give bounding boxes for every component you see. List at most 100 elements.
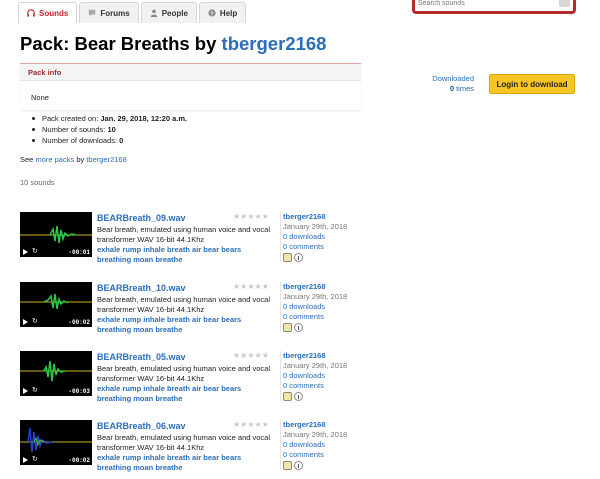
- sound-item: ↻ -00:02 BEARBreath_10.wav Bear breath, …: [20, 282, 360, 344]
- sound-user-link[interactable]: tberger2168: [283, 420, 360, 430]
- downloaded-link[interactable]: Downloaded: [432, 74, 474, 83]
- stat-sounds: Number of sounds: 10: [30, 124, 187, 135]
- star-icon[interactable]: ★: [262, 213, 269, 221]
- sound-user-link[interactable]: tberger2168: [283, 212, 360, 222]
- waveform-player[interactable]: ↻ -00:02: [20, 282, 92, 327]
- sound-tags[interactable]: exhale rump inhale breath air bear bears…: [97, 245, 277, 265]
- download-count: 0: [449, 84, 454, 93]
- duration: -00:01: [68, 249, 90, 256]
- pack-info-title: Pack info: [20, 64, 361, 81]
- sound-description: Bear breath, emulated using human voice …: [97, 364, 271, 383]
- downloaded-times-link[interactable]: times: [456, 84, 474, 93]
- star-icon[interactable]: ★: [247, 352, 254, 360]
- search-input[interactable]: [418, 0, 558, 9]
- sound-date: January 29th, 2018: [283, 292, 348, 301]
- comments-link[interactable]: 0 comments: [283, 242, 360, 252]
- star-icon[interactable]: ★: [240, 283, 247, 291]
- login-to-download-button[interactable]: Login to download: [489, 74, 575, 94]
- tab-label: Sounds: [39, 8, 69, 18]
- play-icon[interactable]: [23, 249, 28, 255]
- rating-stars[interactable]: ★ ★ ★ ★ ★: [233, 352, 269, 360]
- star-icon[interactable]: ★: [255, 352, 262, 360]
- license-icon[interactable]: [283, 323, 292, 332]
- duration: -00:02: [68, 319, 90, 326]
- rating-stars[interactable]: ★ ★ ★ ★ ★: [233, 213, 269, 221]
- attribution-icon[interactable]: [294, 253, 303, 262]
- play-icon[interactable]: [23, 457, 28, 463]
- stat-value: Jan. 29, 2018, 12:20 a.m.: [100, 114, 188, 123]
- tab-sounds[interactable]: Sounds: [18, 2, 78, 23]
- loop-icon[interactable]: ↻: [32, 248, 38, 256]
- star-icon[interactable]: ★: [240, 352, 247, 360]
- star-icon[interactable]: ★: [262, 283, 269, 291]
- license-icon[interactable]: [283, 253, 292, 262]
- attribution-icon[interactable]: [294, 392, 303, 401]
- sound-tags[interactable]: exhale rump inhale breath air bear bears…: [97, 453, 277, 473]
- waveform-player[interactable]: ↻ -00:02: [20, 420, 92, 465]
- loop-icon[interactable]: ↻: [32, 456, 38, 464]
- comments-link[interactable]: 0 comments: [283, 312, 360, 322]
- sound-tags[interactable]: exhale rump inhale breath air bear bears…: [97, 384, 277, 404]
- duration: -00:02: [68, 457, 90, 464]
- see-more-by: by: [76, 155, 85, 164]
- star-icon[interactable]: ★: [255, 421, 262, 429]
- star-icon[interactable]: ★: [240, 213, 247, 221]
- attribution-icon[interactable]: [294, 323, 303, 332]
- stat-value: 0: [119, 136, 124, 145]
- see-more-user-link[interactable]: tberger2168: [86, 155, 126, 164]
- license-icons: [283, 461, 360, 470]
- sound-date: January 29th, 2018: [283, 361, 348, 370]
- rating-stars[interactable]: ★ ★ ★ ★ ★: [233, 421, 269, 429]
- license-icons: [283, 253, 360, 262]
- stat-created: Pack created on: Jan. 29, 2018, 12:20 a.…: [30, 113, 187, 124]
- license-icon[interactable]: [283, 392, 292, 401]
- downloads-link[interactable]: 0 downloads: [283, 440, 360, 450]
- star-icon[interactable]: ★: [255, 213, 262, 221]
- sound-user-link[interactable]: tberger2168: [283, 282, 360, 292]
- duration: -00:03: [68, 388, 90, 395]
- rating-stars[interactable]: ★ ★ ★ ★ ★: [233, 283, 269, 291]
- downloads-link[interactable]: 0 downloads: [283, 232, 360, 242]
- downloads-link[interactable]: 0 downloads: [283, 302, 360, 312]
- search-box: [412, 0, 576, 14]
- comments-link[interactable]: 0 comments: [283, 381, 360, 391]
- waveform-player[interactable]: ↻ -00:01: [20, 212, 92, 257]
- star-icon[interactable]: ★: [247, 283, 254, 291]
- star-icon[interactable]: ★: [233, 213, 240, 221]
- loop-icon[interactable]: ↻: [32, 318, 38, 326]
- page-title-user-link[interactable]: tberger2168: [222, 33, 327, 54]
- downloads-link[interactable]: 0 downloads: [283, 371, 360, 381]
- stat-label: Number of sounds:: [42, 125, 106, 134]
- tab-people[interactable]: People: [140, 2, 197, 23]
- loop-icon[interactable]: ↻: [32, 387, 38, 395]
- star-icon[interactable]: ★: [233, 352, 240, 360]
- tab-label: Help: [219, 8, 238, 18]
- star-icon[interactable]: ★: [247, 213, 254, 221]
- stat-downloads: Number of downloads: 0: [30, 135, 187, 146]
- headphones-icon: [27, 9, 35, 17]
- star-icon[interactable]: ★: [262, 421, 269, 429]
- star-icon[interactable]: ★: [233, 283, 240, 291]
- sound-user-link[interactable]: tberger2168: [283, 351, 360, 361]
- tab-forums[interactable]: Forums: [79, 2, 139, 23]
- tab-help[interactable]: ? Help: [198, 2, 247, 23]
- star-icon[interactable]: ★: [240, 421, 247, 429]
- star-icon[interactable]: ★: [247, 421, 254, 429]
- see-more-line: See more packs by tberger2168: [20, 155, 127, 164]
- star-icon[interactable]: ★: [255, 283, 262, 291]
- attribution-icon[interactable]: [294, 461, 303, 470]
- star-icon[interactable]: ★: [262, 352, 269, 360]
- search-button[interactable]: [559, 0, 570, 7]
- license-icon[interactable]: [283, 461, 292, 470]
- comments-link[interactable]: 0 comments: [283, 450, 360, 460]
- play-icon[interactable]: [23, 388, 28, 394]
- star-icon[interactable]: ★: [233, 421, 240, 429]
- play-icon[interactable]: [23, 319, 28, 325]
- stat-label: Number of downloads:: [42, 136, 118, 145]
- sound-meta: tberger2168 January 29th, 2018 0 downloa…: [280, 282, 360, 332]
- license-icons: [283, 323, 360, 332]
- sound-date: January 29th, 2018: [283, 430, 348, 439]
- sound-tags[interactable]: exhale rump inhale breath air bear bears…: [97, 315, 277, 335]
- more-packs-link[interactable]: more packs: [35, 155, 74, 164]
- waveform-player[interactable]: ↻ -00:03: [20, 351, 92, 396]
